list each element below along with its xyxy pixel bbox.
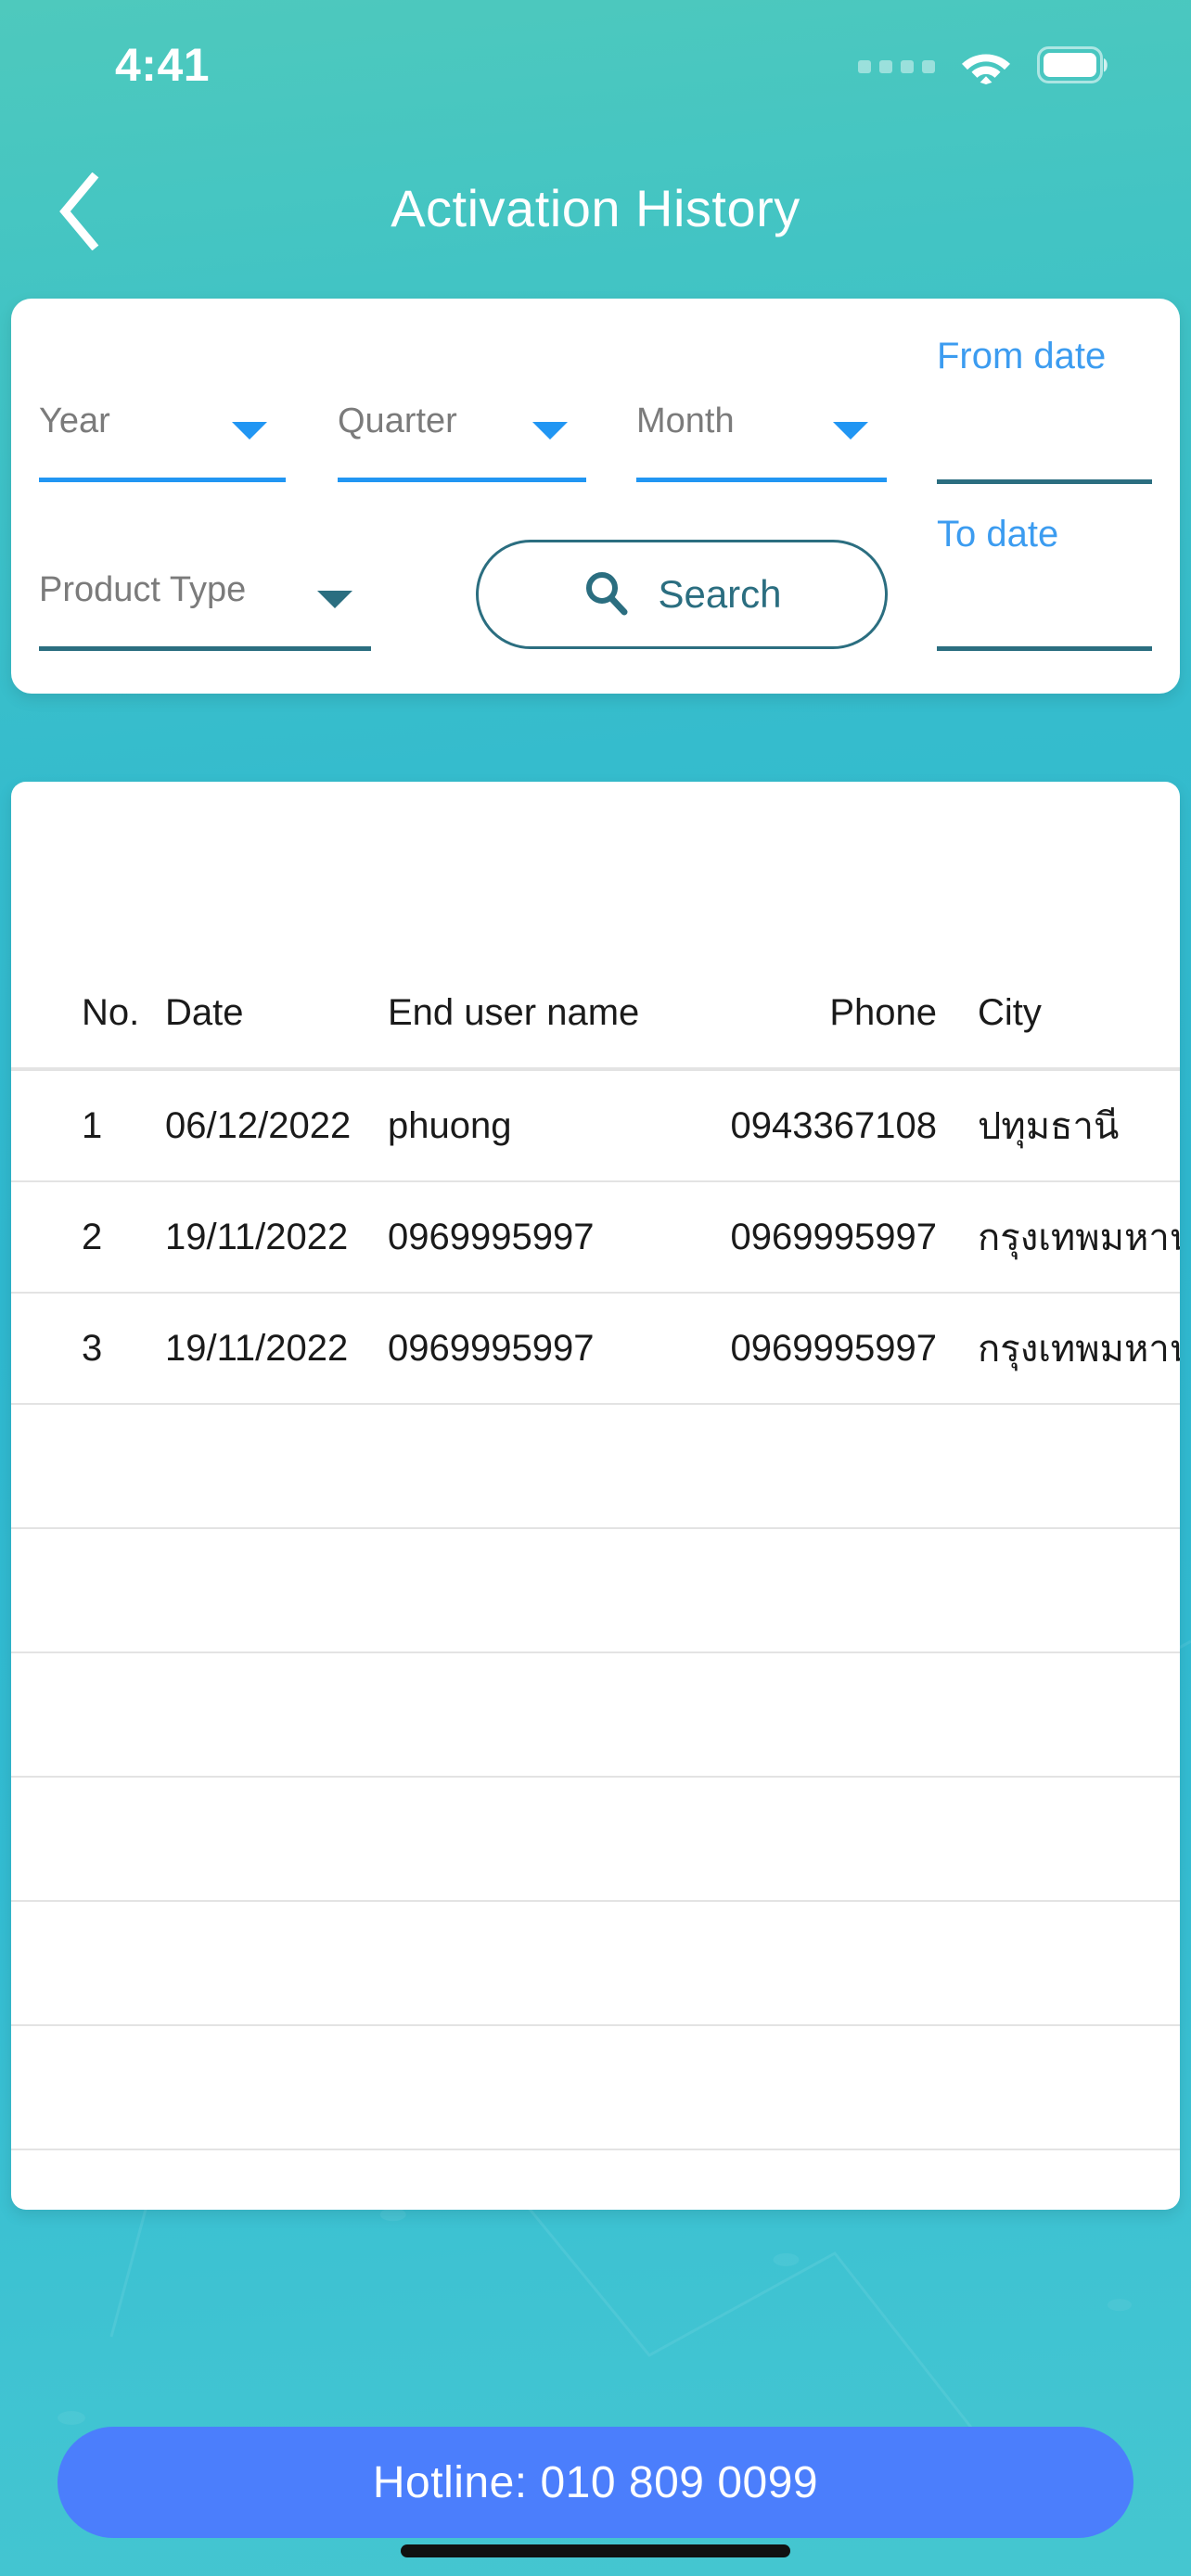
cell-no: 2 [82, 1216, 103, 1257]
from-date-field[interactable]: From date [937, 336, 1152, 484]
month-dropdown-label: Month [636, 402, 735, 440]
cell-no: 3 [82, 1327, 103, 1369]
wifi-icon [959, 45, 1013, 89]
to-date-label: To date [937, 514, 1059, 555]
table-row[interactable]: 3 19/11/2022 0969995997 0969995997 กรุงเ… [11, 1294, 1180, 1405]
to-date-underline [937, 646, 1152, 651]
chevron-down-icon [232, 422, 267, 440]
month-dropdown-underline [636, 478, 887, 482]
column-header-no: No. [82, 991, 140, 1033]
cell-user: phuong [388, 1104, 512, 1146]
status-bar: 4:41 [0, 0, 1191, 130]
chevron-down-icon [532, 422, 568, 440]
results-table-card: No. Date End user name Phone City 1 06/1… [11, 782, 1180, 2210]
page-title: Activation History [391, 179, 800, 237]
product-type-dropdown-label: Product Type [39, 570, 247, 609]
quarter-dropdown-label: Quarter [338, 402, 457, 440]
year-dropdown[interactable]: Year [39, 360, 286, 482]
column-header-city: City [978, 991, 1042, 1033]
table-row-empty [11, 2150, 1180, 2210]
column-header-user: End user name [388, 991, 640, 1033]
chevron-down-icon [833, 422, 868, 440]
column-header-phone: Phone [829, 991, 937, 1033]
year-dropdown-label: Year [39, 402, 110, 440]
search-icon [582, 568, 630, 621]
page-header: Activation History [0, 148, 1191, 278]
table-row-empty [11, 1902, 1180, 2026]
table-row[interactable]: 1 06/12/2022 phuong 0943367108 ปทุมธานี [11, 1071, 1180, 1182]
column-header-date: Date [165, 991, 244, 1033]
table-row-empty [11, 2026, 1180, 2150]
year-dropdown-underline [39, 478, 286, 482]
from-date-label: From date [937, 336, 1107, 376]
search-button[interactable]: Search [476, 540, 888, 649]
to-date-field[interactable]: To date [937, 514, 1152, 651]
table-row[interactable]: 2 19/11/2022 0969995997 0969995997 กรุงเ… [11, 1182, 1180, 1294]
cell-city: ปทุมธานี [978, 1106, 1120, 1147]
table-row-empty [11, 1778, 1180, 1902]
cell-date: 19/11/2022 [165, 1327, 349, 1369]
cell-user: 0969995997 [388, 1327, 595, 1369]
cell-phone: 0969995997 [730, 1327, 937, 1369]
search-button-label: Search [658, 572, 782, 616]
home-indicator [401, 2544, 790, 2557]
table-row-empty [11, 1405, 1180, 1529]
hotline-button-label: Hotline: 010 809 0099 [372, 2457, 819, 2507]
table-header: No. Date End user name Phone City [11, 958, 1180, 1071]
cell-date: 19/11/2022 [165, 1216, 349, 1257]
quarter-dropdown-underline [338, 478, 586, 482]
signal-dots-icon [858, 60, 935, 73]
cell-city: กรุงเทพมหานคร [978, 1329, 1180, 1370]
table-row-empty [11, 1653, 1180, 1778]
cell-city: กรุงเทพมหานคร [978, 1218, 1180, 1258]
hotline-button[interactable]: Hotline: 010 809 0099 [58, 2427, 1133, 2538]
cell-user: 0969995997 [388, 1216, 595, 1257]
cell-no: 1 [82, 1104, 103, 1146]
product-type-dropdown[interactable]: Product Type [39, 529, 371, 651]
table-top-spacer [11, 782, 1180, 958]
cell-date: 06/12/2022 [165, 1104, 352, 1146]
cell-phone: 0969995997 [730, 1216, 937, 1257]
status-icons [858, 45, 1111, 89]
quarter-dropdown[interactable]: Quarter [338, 360, 586, 482]
status-time: 4:41 [115, 39, 211, 91]
from-date-underline [937, 479, 1152, 484]
chevron-down-icon [317, 591, 352, 608]
table-row-empty [11, 1529, 1180, 1653]
table-body: 1 06/12/2022 phuong 0943367108 ปทุมธานี … [11, 1071, 1180, 2210]
cell-phone: 0943367108 [730, 1104, 937, 1146]
table-header-row: No. Date End user name Phone City [11, 958, 1180, 1069]
month-dropdown[interactable]: Month [636, 360, 887, 482]
battery-full-icon [1037, 45, 1111, 88]
product-type-dropdown-underline [39, 646, 371, 651]
